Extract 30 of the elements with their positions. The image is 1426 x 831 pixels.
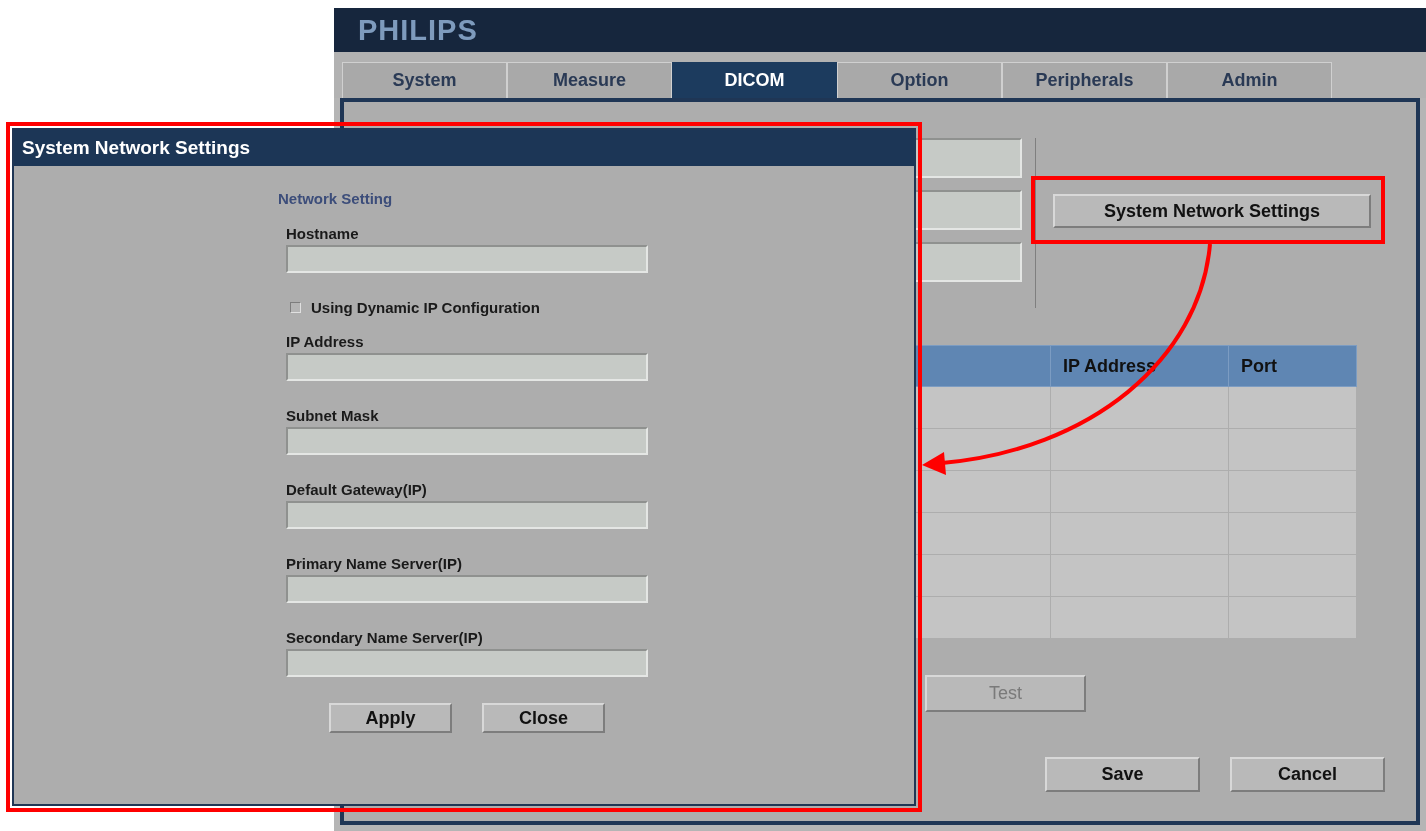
- column-header: Port: [1228, 345, 1357, 387]
- column-header: IP Address: [1050, 345, 1229, 387]
- tab[interactable]: Measure: [507, 62, 672, 98]
- checkbox-label: Using Dynamic IP Configuration: [311, 299, 540, 316]
- field-label: Hostname: [286, 225, 360, 243]
- tab[interactable]: Admin: [1167, 62, 1332, 98]
- dialog-title: System Network Settings: [14, 130, 914, 166]
- field-label: Primary Name Server(IP): [286, 555, 463, 573]
- input-field[interactable]: [286, 575, 648, 603]
- dialog-button[interactable]: Apply: [329, 703, 452, 733]
- field-label: Subnet Mask: [286, 407, 380, 425]
- input-field[interactable]: [286, 353, 648, 381]
- field-label: Secondary Name Server(IP): [286, 629, 484, 647]
- section-heading: Network Setting: [278, 190, 394, 208]
- tab[interactable]: DICOM: [672, 62, 837, 98]
- field-label: IP Address: [286, 333, 365, 351]
- dialog-button[interactable]: Close: [482, 703, 605, 733]
- button[interactable]: Cancel: [1230, 757, 1385, 792]
- input-field[interactable]: [286, 245, 648, 273]
- tab[interactable]: Option: [837, 62, 1002, 98]
- input-field[interactable]: [286, 501, 648, 529]
- field-label: Default Gateway(IP): [286, 481, 428, 499]
- network-settings-button[interactable]: System Network Settings: [1053, 194, 1371, 228]
- tab[interactable]: System: [342, 62, 507, 98]
- input-field[interactable]: [286, 649, 648, 677]
- brand-logo: PHILIPS: [358, 13, 478, 47]
- button[interactable]: Save: [1045, 757, 1200, 792]
- tab[interactable]: Peripherals: [1002, 62, 1167, 98]
- input-field[interactable]: [286, 427, 648, 455]
- checkbox[interactable]: [290, 302, 301, 313]
